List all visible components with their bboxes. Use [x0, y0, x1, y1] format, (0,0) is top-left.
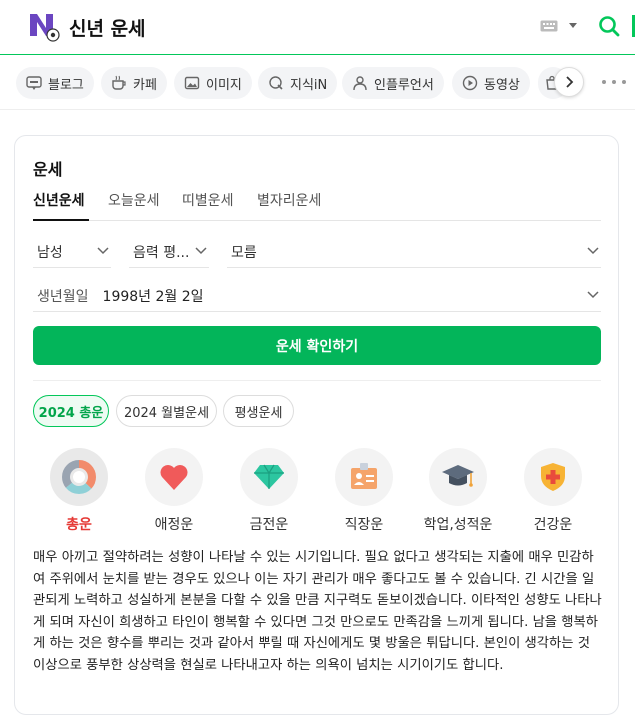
tab-cafe[interactable]: 카페 [101, 67, 167, 99]
fortune-description: 매우 아끼고 절약하려는 성향이 나타날 수 있는 시기입니다. 필요 없다고 … [33, 550, 602, 673]
chevron-right-icon [566, 76, 574, 88]
image-icon [184, 76, 200, 90]
tab-image-label: 이미지 [206, 77, 242, 93]
more-dot [622, 80, 626, 84]
blog-icon [26, 76, 42, 90]
naver-n-logo-icon[interactable] [28, 12, 60, 42]
category-health-circle [524, 448, 582, 506]
birthdate-value: 1998년 2월 2일 [102, 288, 204, 305]
person-icon [353, 76, 367, 91]
keyboard-icon[interactable] [540, 20, 558, 32]
category-work-label: 직장운 [344, 517, 384, 533]
subtab-constellation[interactable]: 별자리운세 [257, 190, 321, 210]
page-title: 신년 운세 [69, 18, 146, 40]
subtab-today[interactable]: 오늘운세 [108, 190, 160, 210]
card-title: 운세 [33, 160, 63, 179]
tab-video-label: 동영상 [484, 77, 520, 93]
category-health[interactable]: 건강운 [508, 448, 598, 534]
tab-blog[interactable]: 블로그 [16, 67, 94, 99]
search-tab-bar: 블로그 카페 이미지 지식iN 인플루언서 동영상 [0, 56, 635, 110]
category-study-circle [429, 448, 487, 506]
tab-blog-label: 블로그 [48, 77, 84, 93]
category-overall[interactable]: 총운 [34, 448, 124, 534]
divider [33, 380, 601, 381]
id-badge-icon [351, 463, 377, 489]
chevron-down-icon [97, 247, 109, 255]
category-money-label: 금전운 [249, 517, 289, 533]
category-money-circle [240, 448, 298, 506]
more-dot [602, 80, 606, 84]
tab-image[interactable]: 이미지 [174, 67, 252, 99]
chevron-down-icon [587, 291, 599, 299]
health-shield-icon [541, 463, 565, 491]
tab-cafe-label: 카페 [133, 77, 157, 93]
subtab-zodiac-animal[interactable]: 띠별운세 [182, 190, 234, 210]
birth-time-select-value: 모름 [231, 244, 257, 261]
category-study[interactable]: 학업,성적운 [413, 448, 503, 534]
birthdate-field[interactable]: 생년월일 1998년 2월 2일 [33, 280, 601, 312]
pie-chart-icon [62, 460, 96, 494]
category-overall-circle [50, 448, 108, 506]
chip-2024-overall[interactable]: 2024 총운 [33, 395, 109, 427]
gem-icon [254, 464, 284, 489]
chevron-down-icon[interactable] [568, 22, 578, 30]
tab-kin[interactable]: 지식iN [258, 67, 338, 99]
category-love-label: 애정운 [154, 517, 194, 533]
play-icon [462, 75, 478, 91]
gender-select-value: 남성 [37, 244, 63, 261]
chip-2024-monthly[interactable]: 2024 월별운세 [116, 395, 217, 427]
birth-time-select[interactable]: 모름 [227, 236, 601, 268]
more-dot [612, 80, 616, 84]
category-health-label: 건강운 [533, 517, 573, 533]
category-work-circle [335, 448, 393, 506]
search-icon[interactable] [598, 15, 620, 37]
chevron-down-icon [195, 247, 207, 255]
subtab-new-year[interactable]: 신년운세 [33, 190, 85, 210]
birthdate-label: 생년월일 [37, 288, 89, 305]
subtab-divider [33, 220, 601, 221]
category-overall-label: 총운 [66, 517, 92, 533]
gender-select[interactable]: 남성 [33, 236, 111, 268]
category-money[interactable]: 금전운 [224, 448, 314, 534]
calendar-select-value: 음력 평... [133, 244, 190, 261]
tab-influencer[interactable]: 인플루언서 [342, 67, 444, 99]
active-subtab-indicator [33, 219, 89, 221]
check-fortune-button[interactable]: 운세 확인하기 [33, 326, 601, 365]
category-study-label: 학업,성적운 [423, 517, 493, 533]
header: 신년 운세 [0, 0, 635, 55]
cafe-icon [112, 75, 126, 90]
tab-next-button[interactable] [554, 67, 584, 97]
tab-video[interactable]: 동영상 [452, 67, 530, 99]
category-work[interactable]: 직장운 [319, 448, 409, 534]
kin-icon [269, 76, 283, 90]
category-love-circle [145, 448, 203, 506]
category-love[interactable]: 애정운 [129, 448, 219, 534]
heart-icon [160, 465, 188, 490]
graduation-cap-icon [442, 465, 474, 487]
fortune-card: 운세 신년운세 오늘운세 띠별운세 별자리운세 남성 음력 평... 모름 생년… [14, 135, 619, 715]
tab-kin-label: 지식iN [290, 77, 328, 93]
more-options-button[interactable] [602, 74, 626, 90]
tab-influencer-label: 인플루언서 [374, 77, 434, 93]
chip-lifetime[interactable]: 평생운세 [223, 395, 294, 427]
chevron-down-icon [587, 247, 599, 255]
calendar-select[interactable]: 음력 평... [129, 236, 209, 268]
